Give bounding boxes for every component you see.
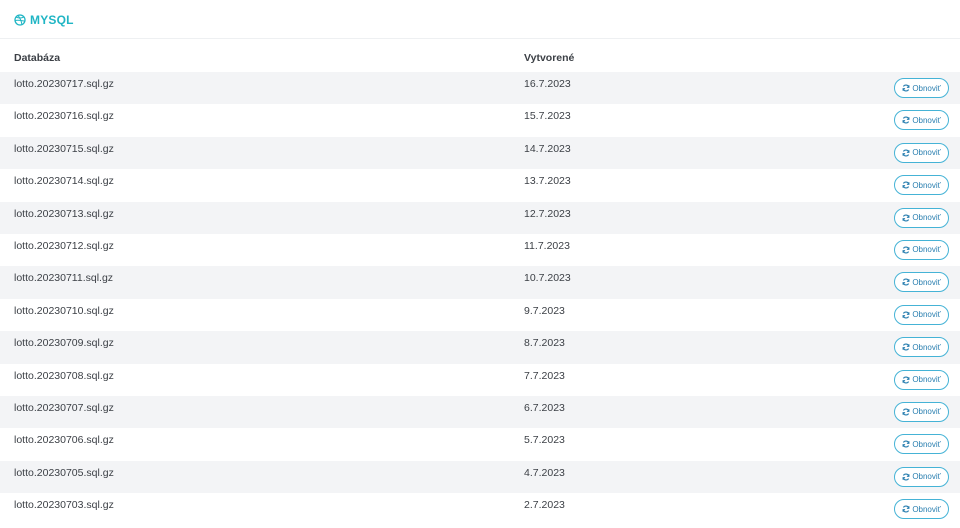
restore-label: Obnoviť (912, 504, 941, 514)
table-row: lotto.20230717.sql.gz 16.7.2023 Obnoviť (0, 72, 960, 105)
restore-button[interactable]: Obnoviť (894, 369, 949, 390)
table-row: lotto.20230707.sql.gz 6.7.2023 Obnoviť (0, 395, 960, 429)
database-name: lotto.20230709.sql.gz (14, 337, 114, 350)
restore-button[interactable]: Obnoviť (894, 175, 949, 196)
refresh-icon (902, 84, 910, 92)
refresh-icon (902, 181, 910, 189)
dribbble-icon (14, 14, 26, 26)
database-name: lotto.20230716.sql.gz (14, 110, 114, 123)
restore-button[interactable]: Obnoviť (894, 499, 949, 520)
refresh-icon (902, 116, 910, 124)
restore-button[interactable]: Obnoviť (894, 434, 949, 455)
backup-table: Databáza Vytvorené lotto.20230717.sql.gz… (0, 43, 960, 525)
table-row: lotto.20230706.sql.gz 5.7.2023 Obnoviť (0, 428, 960, 460)
refresh-icon (902, 149, 910, 157)
created-date: 10.7.2023 (524, 272, 571, 285)
created-date: 16.7.2023 (524, 78, 571, 90)
restore-button[interactable]: Obnoviť (894, 78, 949, 98)
created-date: 2.7.2023 (524, 499, 565, 512)
created-date: 14.7.2023 (524, 142, 571, 155)
restore-button[interactable]: Obnoviť (894, 337, 949, 358)
table-row: lotto.20230712.sql.gz 11.7.2023 Obnoviť (0, 234, 960, 266)
restore-label: Obnoviť (912, 83, 941, 93)
restore-label: Obnoviť (912, 213, 941, 223)
restore-label: Obnoviť (912, 407, 941, 417)
column-header-database: Databáza (14, 51, 61, 64)
restore-button[interactable]: Obnoviť (894, 466, 949, 487)
database-name: lotto.20230713.sql.gz (14, 207, 114, 220)
restore-label: Obnoviť (912, 439, 941, 449)
section-title: MYSQL (30, 13, 74, 27)
restore-button[interactable]: Obnoviť (894, 272, 949, 293)
created-date: 12.7.2023 (524, 207, 571, 220)
header-divider (0, 38, 960, 39)
table-row: lotto.20230705.sql.gz 4.7.2023 Obnoviť (0, 460, 960, 494)
restore-button[interactable]: Obnoviť (894, 142, 949, 163)
database-name: lotto.20230707.sql.gz (14, 401, 114, 414)
restore-label: Obnoviť (912, 310, 941, 320)
created-date: 7.7.2023 (524, 369, 565, 382)
table-row: lotto.20230715.sql.gz 14.7.2023 Obnoviť (0, 136, 960, 170)
table-row: lotto.20230714.sql.gz 13.7.2023 Obnoviť (0, 169, 960, 201)
table-row: lotto.20230711.sql.gz 10.7.2023 Obnoviť (0, 266, 960, 299)
table-row: lotto.20230709.sql.gz 8.7.2023 Obnoviť (0, 331, 960, 364)
created-date: 5.7.2023 (524, 434, 565, 447)
created-date: 4.7.2023 (524, 466, 565, 479)
database-name: lotto.20230711.sql.gz (14, 272, 114, 285)
created-date: 15.7.2023 (524, 110, 571, 123)
section-header: MYSQL (14, 11, 74, 29)
database-name: lotto.20230706.sql.gz (14, 434, 114, 447)
restore-button[interactable]: Obnoviť (894, 401, 949, 422)
database-name: lotto.20230705.sql.gz (14, 466, 114, 479)
refresh-icon (902, 408, 910, 416)
database-name: lotto.20230708.sql.gz (14, 369, 114, 382)
restore-label: Obnoviť (912, 342, 941, 352)
refresh-icon (902, 278, 910, 286)
refresh-icon (902, 343, 910, 351)
table-row: lotto.20230703.sql.gz 2.7.2023 Obnoviť (0, 493, 960, 525)
refresh-icon (902, 505, 910, 513)
refresh-icon (902, 214, 910, 222)
restore-label: Obnoviť (912, 115, 941, 125)
restore-label: Obnoviť (912, 375, 941, 385)
refresh-icon (902, 246, 910, 254)
refresh-icon (902, 473, 910, 481)
table-row: lotto.20230710.sql.gz 9.7.2023 Obnoviť (0, 299, 960, 331)
restore-label: Obnoviť (912, 148, 941, 158)
restore-label: Obnoviť (912, 472, 941, 482)
table-header: Databáza Vytvorené (0, 43, 960, 72)
restore-label: Obnoviť (912, 245, 941, 255)
created-date: 13.7.2023 (524, 175, 571, 188)
restore-label: Obnoviť (912, 277, 941, 287)
restore-button[interactable]: Obnoviť (894, 207, 949, 228)
column-header-created: Vytvorené (524, 51, 575, 64)
created-date: 8.7.2023 (524, 337, 565, 350)
database-name: lotto.20230712.sql.gz (14, 239, 114, 252)
database-name: lotto.20230703.sql.gz (14, 499, 114, 512)
table-row: lotto.20230713.sql.gz 12.7.2023 Obnoviť (0, 201, 960, 234)
restore-label: Obnoviť (912, 180, 941, 190)
restore-button[interactable]: Obnoviť (894, 304, 949, 325)
refresh-icon (902, 311, 910, 319)
database-name: lotto.20230715.sql.gz (14, 142, 114, 155)
refresh-icon (902, 440, 910, 448)
table-body: lotto.20230717.sql.gz 16.7.2023 Obnoviť lot… (0, 72, 960, 525)
table-row: lotto.20230716.sql.gz 15.7.2023 Obnoviť (0, 104, 960, 136)
database-name: lotto.20230717.sql.gz (14, 78, 114, 90)
refresh-icon (902, 376, 910, 384)
created-date: 9.7.2023 (524, 304, 565, 317)
database-name: lotto.20230714.sql.gz (14, 175, 114, 188)
restore-button[interactable]: Obnoviť (894, 110, 949, 131)
table-row: lotto.20230708.sql.gz 7.7.2023 Obnoviť (0, 364, 960, 396)
created-date: 11.7.2023 (524, 239, 570, 252)
restore-button[interactable]: Obnoviť (894, 239, 949, 260)
created-date: 6.7.2023 (524, 401, 565, 414)
database-name: lotto.20230710.sql.gz (14, 304, 114, 317)
